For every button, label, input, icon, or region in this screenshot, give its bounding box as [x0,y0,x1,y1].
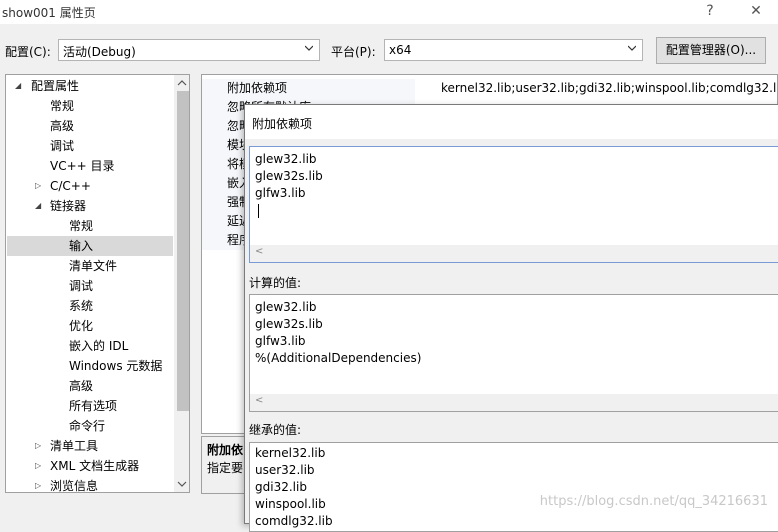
tree-item-linker-advanced[interactable]: 高级 [69,376,93,396]
tree-item-linker-command-line[interactable]: 命令行 [69,416,105,436]
close-button[interactable]: ✕ [741,0,771,24]
config-manager-button[interactable]: 配置管理器(O)... [656,37,766,64]
tree-item-linker-all-options[interactable]: 所有选项 [69,396,117,416]
dependencies-input[interactable]: glew32.lib glew32s.lib glfw3.lib < [249,146,778,263]
config-value: 活动(Debug) [63,45,136,59]
tree-item-general[interactable]: 常规 [50,96,74,116]
grid-row[interactable]: 附加依赖项 kernel32.lib;user32.lib;gdi32.lib;… [202,79,778,98]
tree-scrollbar-thumb[interactable] [177,91,189,411]
chevron-up-icon[interactable] [177,79,187,87]
platform-label: 平台(P): [331,45,376,59]
tree-item-linker-system[interactable]: 系统 [69,296,93,316]
help-button[interactable]: ? [695,0,725,24]
inherited-line: user32.lib [255,463,315,477]
computed-hscrollbar[interactable]: < [250,394,778,411]
expanded-icon[interactable]: ◢ [15,81,21,90]
computed-line: glfw3.lib [255,334,306,348]
platform-value: x64 [389,43,412,57]
computed-line: glew32s.lib [255,317,323,331]
dialog-title-bar: 附加依赖项 [245,105,778,139]
computed-line: %(AdditionalDependencies) [255,351,422,365]
collapsed-icon[interactable]: ▷ [35,481,41,490]
description-text: 指定要 [207,461,244,475]
text-caret [258,204,259,218]
tree-item-linker-general[interactable]: 常规 [69,216,93,236]
dialog-title: 附加依赖项 [252,117,313,131]
tree-item-advanced[interactable]: 高级 [50,116,74,136]
inherited-line: gdi32.lib [255,480,307,494]
computed-line: glew32.lib [255,300,317,314]
inherited-values-label: 继承的值: [249,423,302,437]
tree-item-linker-windows-metadata[interactable]: Windows 元数据 [69,356,162,376]
input-line: glew32s.lib [255,169,323,183]
tree-item-linker-embedded-idl[interactable]: 嵌入的 IDL [69,336,128,356]
inherited-line: winspool.lib [255,497,326,511]
collapsed-icon[interactable]: ▷ [35,461,41,470]
title-bar: show001 属性页 ? ✕ [0,0,778,24]
computed-values-label: 计算的值: [249,276,302,290]
config-select[interactable]: 活动(Debug) [58,39,320,61]
inherited-line: kernel32.lib [255,446,326,460]
tree-item-manifest-tool[interactable]: 清单工具 [50,436,98,456]
computed-values-box: glew32.lib glew32s.lib glfw3.lib %(Addit… [249,294,778,412]
expanded-icon[interactable]: ◢ [35,201,41,210]
tree-item-linker-debugging[interactable]: 调试 [69,276,93,296]
property-tree: ◢ 配置属性 常规 高级 调试 VC++ 目录 ▷ C/C++ ◢ 链接器 常规… [5,74,190,493]
platform-select[interactable]: x64 [384,39,643,61]
inherited-line: comdlg32.lib [255,514,333,528]
tree-item-linker-manifest[interactable]: 清单文件 [69,256,117,276]
tree-item-cpp[interactable]: C/C++ [50,176,91,196]
additional-dependencies-dialog: 附加依赖项 glew32.lib glew32s.lib glfw3.lib <… [244,104,778,532]
tree-item-linker-optimization[interactable]: 优化 [69,316,93,336]
tree-item-vc-directories[interactable]: VC++ 目录 [50,156,115,176]
chevron-down-icon[interactable] [177,480,187,488]
description-title: 附加依 [207,443,244,457]
tree-item-linker[interactable]: 链接器 [50,196,86,216]
input-line: glfw3.lib [255,186,306,200]
grid-row-name: 附加依赖项 [227,81,288,95]
chevron-left-icon[interactable]: < [255,246,263,257]
watermark: https://blog.csdn.net/qq_34216631 [539,494,768,509]
input-line: glew32.lib [255,152,317,166]
input-hscrollbar[interactable]: < [250,245,778,262]
window-title: show001 属性页 [2,6,96,20]
chevron-down-icon [305,45,313,51]
collapsed-icon[interactable]: ▷ [35,441,41,450]
tree-item-browse-info[interactable]: 浏览信息 [50,476,98,492]
chevron-down-icon [628,45,636,51]
grid-row-value: kernel32.lib;user32.lib;gdi32.lib;winspo… [441,81,778,95]
tree-item-xml-doc-generator[interactable]: XML 文档生成器 [50,456,139,476]
config-label: 配置(C): [5,45,51,59]
tree-item-linker-input[interactable]: 输入 [69,236,93,256]
tree-item-debugging[interactable]: 调试 [50,136,74,156]
chevron-left-icon[interactable]: < [255,395,263,406]
collapsed-icon[interactable]: ▷ [35,181,41,190]
tree-item-config-properties[interactable]: 配置属性 [31,76,79,96]
